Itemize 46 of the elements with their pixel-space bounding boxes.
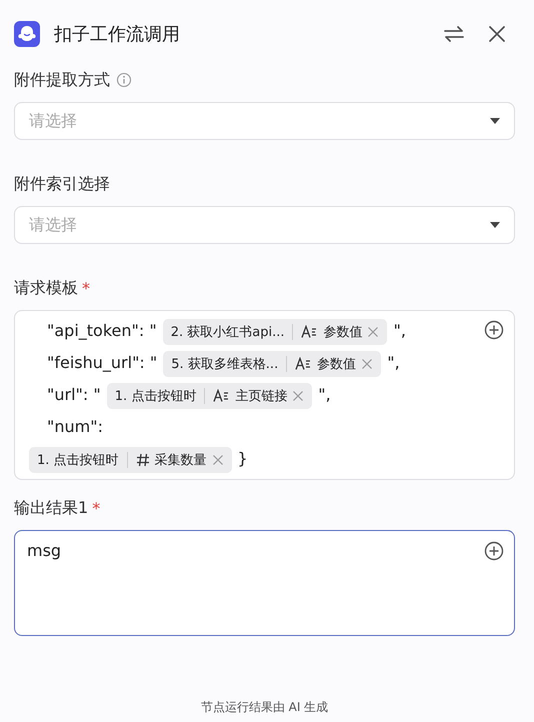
template-text: "url": " bbox=[47, 385, 101, 404]
caret-icon bbox=[490, 118, 500, 124]
number-type-icon bbox=[136, 452, 150, 467]
add-icon[interactable] bbox=[484, 320, 504, 340]
template-editor[interactable]: "api_token": " 2. 获取小红书api... 参数值 ", "feishu_url": " 5. 获取多维表格... 参数值 ", "url": " 1. 点击按钮时 主页链接 ", "num": 1. 点击按钮时 采集数量 } bbox=[14, 310, 515, 480]
swap-icon[interactable] bbox=[443, 24, 465, 44]
variable-tag[interactable]: 5. 获取多维表格... 参数值 bbox=[163, 350, 382, 377]
field-label: 附件提取方式 bbox=[14, 70, 110, 90]
tag-name: 参数值 bbox=[323, 324, 362, 341]
tag-name: 采集数量 bbox=[154, 452, 207, 469]
string-type-icon bbox=[295, 356, 312, 371]
template-text: ", bbox=[393, 321, 406, 340]
app-logo-icon bbox=[14, 21, 40, 47]
required-mark: * bbox=[92, 498, 100, 518]
variable-tag[interactable]: 2. 获取小红书api... 参数值 bbox=[162, 318, 388, 345]
string-type-icon bbox=[301, 324, 318, 339]
tag-source: 5. 获取多维表格... bbox=[171, 356, 278, 373]
info-icon[interactable] bbox=[116, 72, 132, 88]
template-text: "num": bbox=[47, 417, 103, 436]
variable-tag[interactable]: 1. 点击按钮时 主页链接 bbox=[106, 382, 312, 409]
close-icon[interactable] bbox=[487, 24, 507, 44]
caret-icon bbox=[490, 222, 500, 228]
required-mark: * bbox=[82, 278, 90, 298]
tag-source: 2. 获取小红书api... bbox=[170, 324, 284, 341]
remove-icon[interactable] bbox=[212, 454, 224, 466]
template-text: ", bbox=[318, 385, 331, 404]
footer-note: 节点运行结果由 AI 生成 bbox=[200, 700, 328, 714]
variable-tag[interactable]: 1. 点击按钮时 采集数量 bbox=[29, 446, 232, 473]
field-label: 附件索引选择 bbox=[14, 174, 110, 194]
tag-source: 1. 点击按钮时 bbox=[114, 388, 196, 405]
tag-source: 1. 点击按钮时 bbox=[37, 452, 119, 469]
string-type-icon bbox=[213, 388, 230, 403]
add-icon[interactable] bbox=[484, 541, 504, 561]
template-text: "api_token": " bbox=[47, 321, 157, 340]
template-text: ", bbox=[387, 353, 400, 372]
field-label: 输出结果1 bbox=[14, 498, 88, 518]
field-label: 请求模板 bbox=[14, 278, 78, 298]
output-field[interactable]: msg bbox=[14, 530, 515, 636]
panel-title: 扣子工作流调用 bbox=[54, 23, 181, 46]
remove-icon[interactable] bbox=[367, 326, 380, 338]
remove-icon[interactable] bbox=[292, 390, 304, 402]
template-text: } bbox=[238, 449, 248, 468]
remove-icon[interactable] bbox=[361, 358, 374, 370]
tag-name: 参数值 bbox=[317, 356, 356, 373]
template-text: "feishu_url": " bbox=[47, 353, 158, 372]
tag-name: 主页链接 bbox=[235, 388, 288, 405]
